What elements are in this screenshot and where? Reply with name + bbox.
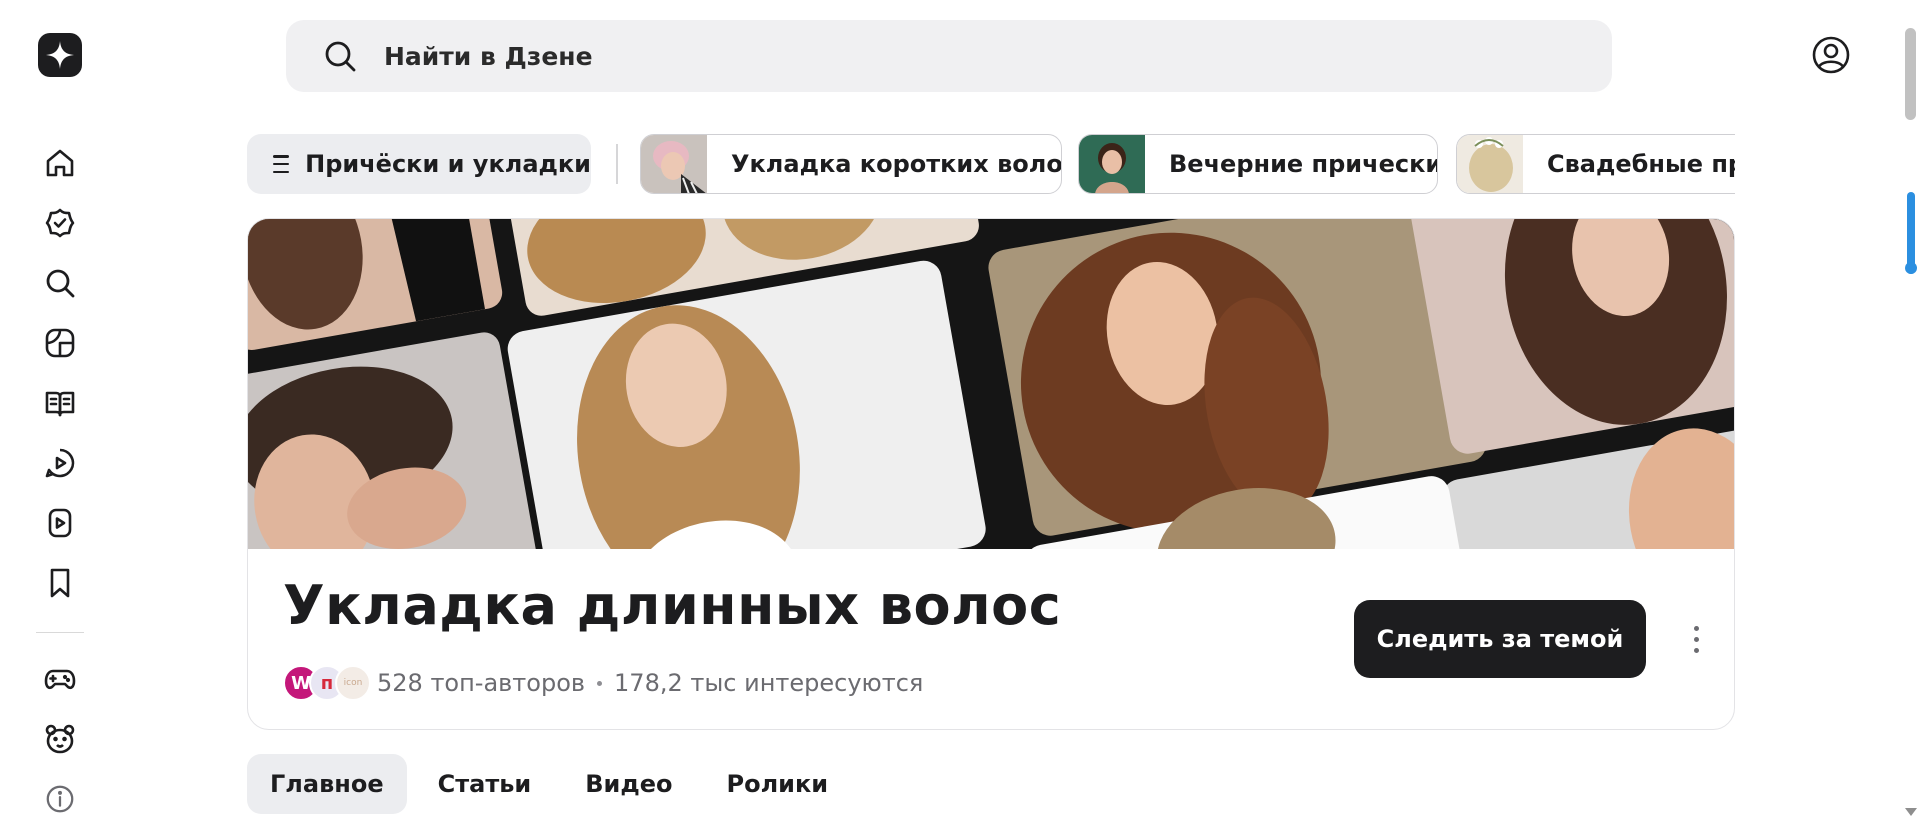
profile-icon[interactable] — [1810, 34, 1852, 76]
page-scrollbar[interactable] — [1900, 0, 1920, 828]
tab-video[interactable]: Видео — [562, 754, 695, 814]
search-nav-icon[interactable] — [39, 262, 81, 304]
gamepad-icon[interactable] — [39, 658, 81, 700]
bear-icon[interactable] — [39, 718, 81, 760]
topic-chip-label: Укладка коротких волос — [731, 150, 1062, 178]
scroll-down-arrow-icon[interactable] — [1905, 808, 1917, 816]
tab-articles[interactable]: Статьи — [415, 754, 555, 814]
search-bar[interactable]: Найти в Дзене — [286, 20, 1612, 92]
book-icon[interactable] — [39, 382, 81, 424]
topic-chip[interactable]: Свадебные прически — [1456, 134, 1735, 194]
topic-chip-label: Свадебные прически — [1547, 150, 1735, 178]
tab-main[interactable]: Главное — [247, 754, 407, 814]
scrollbar-thumb[interactable] — [1905, 28, 1916, 120]
topic-menu-label: Причёски и укладки — [305, 150, 591, 178]
top-authors-count: 528 топ-авторов — [377, 669, 586, 697]
follow-topic-button[interactable]: Следить за темой — [1354, 600, 1646, 678]
dzen-logo-icon[interactable] — [38, 33, 82, 77]
chips-separator — [616, 144, 618, 184]
menu-icon — [273, 155, 290, 173]
more-options-icon[interactable] — [1678, 619, 1714, 659]
clips-icon[interactable] — [39, 442, 81, 484]
avatar[interactable]: icon — [335, 665, 371, 701]
topic-chip-label: Вечерние прически — [1169, 150, 1438, 178]
topic-hero-card: Укладка длинных волос W п icon 528 топ-а… — [247, 218, 1735, 730]
left-rail — [0, 0, 120, 828]
topic-chip[interactable]: Укладка коротких волос — [640, 134, 1062, 194]
topic-chip-thumbnail — [1079, 135, 1145, 193]
subscriptions-icon[interactable] — [39, 202, 81, 244]
rail-divider — [36, 632, 84, 633]
search-icon — [322, 38, 358, 74]
topic-chip-thumbnail — [1457, 135, 1523, 193]
page-title: Укладка длинных волос — [283, 574, 1062, 637]
topic-chip[interactable]: Вечерние прически — [1078, 134, 1438, 194]
video-icon[interactable] — [39, 502, 81, 544]
tab-clips[interactable]: Ролики — [704, 754, 852, 814]
bookmark-icon[interactable] — [39, 562, 81, 604]
interested-count: 178,2 тыс интересуются — [614, 669, 924, 697]
topic-chips-row: Причёски и укладки Укладка коротких воло… — [247, 134, 1735, 194]
topic-cover-collage — [248, 219, 1734, 549]
meta-separator — [597, 680, 603, 686]
topic-meta: W п icon 528 топ-авторов 178,2 тыс интер… — [283, 663, 923, 703]
scroll-indicator-dot — [1905, 262, 1917, 274]
topic-chip-thumbnail — [641, 135, 707, 193]
author-avatars: W п icon — [283, 663, 371, 703]
news-icon[interactable] — [39, 322, 81, 364]
info-icon[interactable] — [39, 778, 81, 820]
search-input[interactable]: Найти в Дзене — [384, 42, 593, 71]
home-icon[interactable] — [39, 142, 81, 184]
content-tabs: Главное Статьи Видео Ролики — [247, 754, 859, 814]
topic-menu-button[interactable]: Причёски и укладки — [247, 134, 591, 194]
